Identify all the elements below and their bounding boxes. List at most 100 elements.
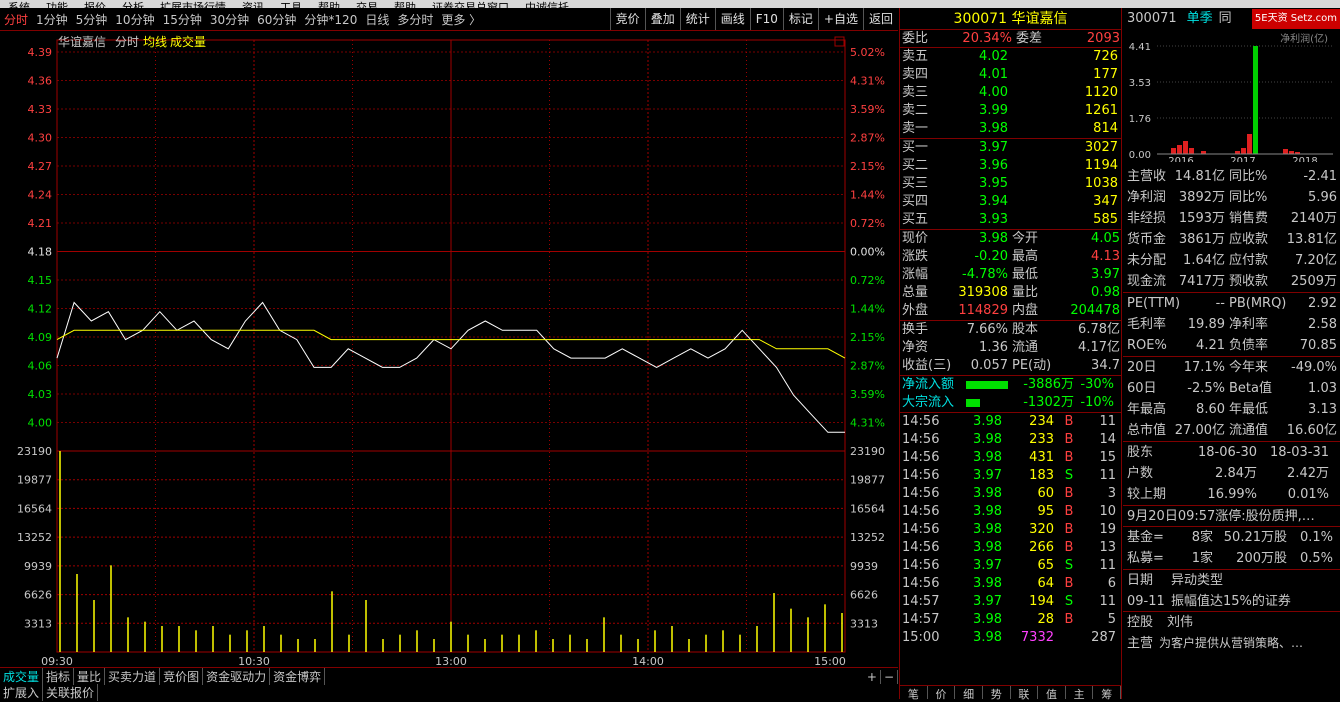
flow-row: 净流入额 -3886万 -30%	[900, 376, 1121, 394]
tick-volume: 64	[1037, 576, 1054, 591]
tick-side: B	[1064, 486, 1074, 501]
pct-tick-label: 2.15%	[850, 160, 885, 173]
indicator-tab[interactable]: 资金博弈	[270, 668, 326, 685]
quote-bottom-tab[interactable]: 主	[1066, 686, 1094, 701]
stat-label: 换手	[902, 322, 929, 337]
bid-volume: 3027	[1084, 140, 1118, 155]
flow-pct: -30%	[1080, 377, 1114, 392]
period-tab[interactable]: 30分钟	[206, 11, 253, 28]
ask-row: 卖二 3.99 1261	[900, 102, 1121, 120]
tick-count: 11	[1099, 414, 1116, 429]
stat-value: 1.36	[979, 340, 1008, 355]
tick-row: 14:56 3.98 266 B 13	[900, 539, 1121, 557]
fund-cell: 14.81亿	[1174, 169, 1225, 184]
tick-side	[1054, 629, 1084, 647]
intraday-chart[interactable]: 华谊嘉信 分时 均线 成交量 4.39 5.02% 4.36 4.31% 4.33 3.59% 4.…	[0, 31, 898, 667]
quote-bottom-tab[interactable]: 细	[955, 686, 983, 701]
quote-bottom-tabs: 笔价细势联值主筹	[900, 685, 1121, 701]
news-row[interactable]: 9月20日09:57涨停:股份质押,…	[1123, 506, 1340, 527]
bid-label: 买二	[902, 158, 929, 173]
indicator-tabs: 成交量 指标 量比 买卖力道 竞价图 资金驱动力 资金博弈 + −	[0, 667, 898, 685]
tab-yoy[interactable]: 同	[1213, 8, 1232, 30]
chart-info-label: 成交量	[170, 34, 206, 49]
fund-bar	[1247, 134, 1252, 154]
tick-row: 14:56 3.98 320 B 19	[900, 521, 1121, 539]
fund-cell: 4.21	[1196, 338, 1225, 353]
fund-cell: 毛利率	[1127, 317, 1167, 332]
period-tab[interactable]: 日线	[361, 11, 393, 28]
fund-cell: 负债率	[1229, 338, 1269, 353]
toolbar-button[interactable]: +自选	[817, 8, 863, 30]
holder-row: 股东 18-06-30 18-03-31	[1123, 442, 1340, 463]
period-tab[interactable]: 10分钟	[111, 11, 158, 28]
toolbar-button[interactable]: 画线	[714, 8, 750, 30]
holder-cell: 较上期	[1127, 487, 1167, 502]
indicator-tab[interactable]: 竞价图	[160, 668, 204, 685]
period-tab[interactable]: 15分钟	[159, 11, 206, 28]
zoom-out-button[interactable]: −	[881, 669, 898, 684]
indicator-tab[interactable]: 买卖力道	[105, 668, 161, 685]
tick-time: 14:57	[902, 612, 940, 627]
tab-quarter[interactable]: 单季	[1177, 8, 1213, 30]
bid-label: 买五	[902, 212, 929, 227]
fund-year-label: 2017	[1230, 156, 1255, 162]
quote-bottom-tab[interactable]: 价	[928, 686, 956, 701]
extend-tab[interactable]: 关联报价	[43, 684, 99, 701]
toolbar-button[interactable]: 竞价	[609, 8, 645, 30]
quote-bottom-tab[interactable]: 笔	[900, 686, 928, 701]
period-tab[interactable]: 更多 〉	[437, 11, 485, 28]
performance-row: 总市值 27.00亿 流通值 16.60亿	[1123, 420, 1340, 441]
valuation-rows: PE(TTM) -- PB(MRQ) 2.92 毛利率 19.89 净利率 2.58 ROE% 4…	[1123, 293, 1340, 357]
flow-pct: -10%	[1080, 395, 1114, 410]
period-tab[interactable]: 1分钟	[32, 11, 72, 28]
period-tab[interactable]: 分时	[0, 11, 32, 28]
period-tab[interactable]: 分钟*120	[300, 11, 361, 28]
event-date-h: 日期	[1127, 573, 1154, 588]
tick-count: 14	[1099, 432, 1116, 447]
ask-price: 4.01	[979, 67, 1008, 82]
quote-bottom-tab[interactable]: 值	[1038, 686, 1066, 701]
toolbar-button[interactable]: 标记	[782, 8, 818, 30]
fund-cell: 8.60	[1196, 402, 1225, 417]
flow-value: -1302万	[1023, 395, 1074, 410]
period-tab[interactable]: 60分钟	[253, 11, 300, 28]
zoom-in-button[interactable]: +	[864, 669, 881, 684]
quote-bottom-tab[interactable]: 联	[1011, 686, 1039, 701]
toolbar-button[interactable]: 叠加	[644, 8, 680, 30]
stat-value: 6.78亿	[1078, 322, 1120, 337]
fund-cell: 净利润	[1127, 190, 1167, 205]
stat-label: 最低	[1012, 267, 1039, 282]
stat-row: 总量 319308 量比 0.98	[900, 284, 1121, 302]
ask-row: 卖四 4.01 177	[900, 66, 1121, 84]
fund-cell: 未分配	[1127, 253, 1167, 268]
stat-value: 7.66%	[966, 322, 1008, 337]
toolbar-button[interactable]: 统计	[679, 8, 715, 30]
indicator-tab[interactable]: 指标	[43, 668, 75, 685]
fund-bar	[1177, 145, 1182, 154]
period-tab[interactable]: 5分钟	[72, 11, 112, 28]
indicator-tab[interactable]: 量比	[74, 668, 106, 685]
period-tab[interactable]: 多分时	[393, 11, 437, 28]
indicator-tab[interactable]: 资金驱动力	[203, 668, 271, 685]
ask-price: 3.98	[979, 121, 1008, 136]
ask-volume: 177	[1093, 67, 1118, 82]
tick-count: 11	[1099, 594, 1116, 609]
pct-tick-label: 5.02%	[850, 46, 885, 59]
quote-bottom-tab[interactable]: 势	[983, 686, 1011, 701]
fund-cell: 2509万	[1290, 274, 1337, 289]
period-toolbar: 分时 1分钟 5分钟 10分钟 15分钟 30分钟 60分钟 分钟*120 日线 多分时 更多 〉 …	[0, 8, 898, 31]
extend-tab[interactable]: 扩展入	[0, 684, 44, 701]
quote-bottom-tab[interactable]: 筹	[1093, 686, 1121, 701]
stat-row: 外盘 114829 内盘 204478	[900, 302, 1121, 320]
ctrl-value: 刘伟	[1167, 615, 1194, 630]
ask-label: 卖四	[902, 67, 929, 82]
toolbar-button[interactable]: F10	[749, 8, 783, 30]
indicator-tab[interactable]: 成交量	[0, 668, 44, 685]
fund-cell: 7.20亿	[1295, 253, 1337, 268]
price-tick-label: 4.39	[28, 46, 53, 59]
bid-row: 买四 3.94 347	[900, 193, 1121, 211]
volume-tick-label: 19877	[17, 474, 52, 487]
toolbar-button[interactable]: 返回	[862, 8, 898, 30]
fund-cell: 2.58	[1308, 317, 1337, 332]
stat-label: 净资	[902, 340, 929, 355]
